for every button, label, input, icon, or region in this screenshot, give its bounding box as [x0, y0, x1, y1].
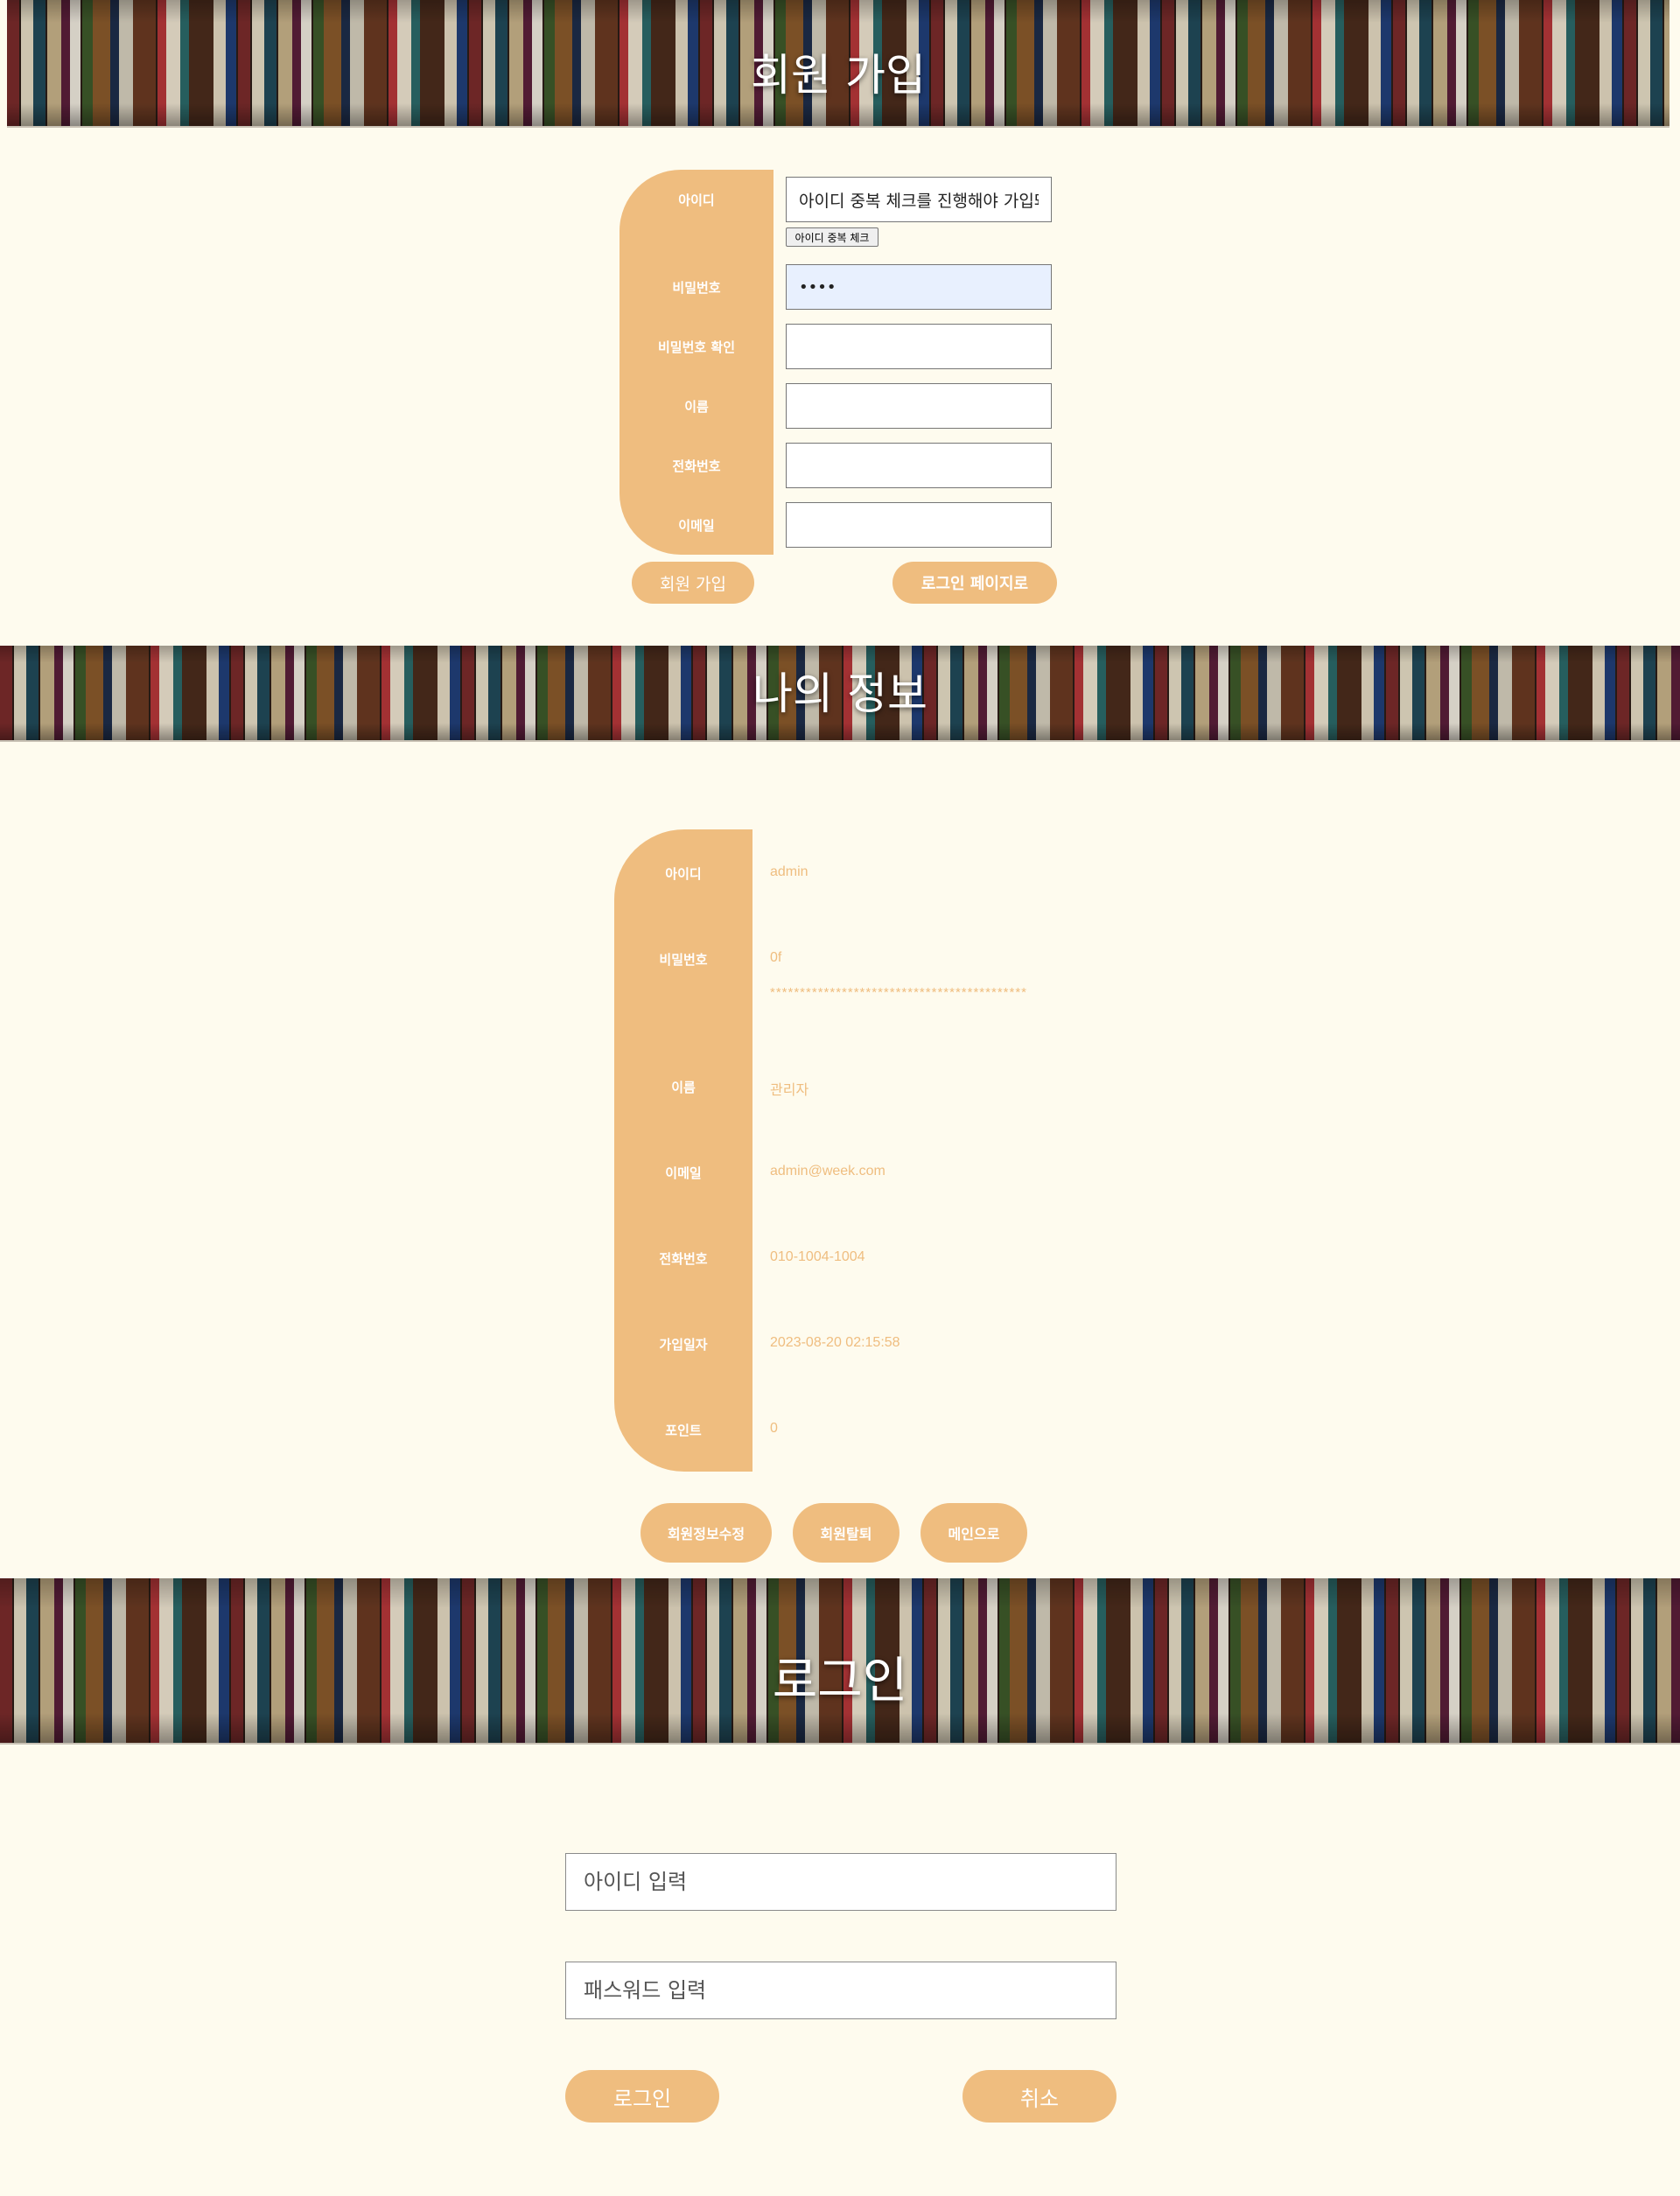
info-value-id: admin — [770, 864, 808, 879]
label-name: 이름 — [684, 399, 709, 415]
info-value-name: 관리자 — [770, 1083, 809, 1098]
signup-email-input[interactable] — [786, 502, 1052, 548]
id-duplicate-check-button[interactable]: 아이디 중복 체크 — [786, 227, 878, 247]
withdraw-button[interactable]: 회원탈퇴 — [793, 1503, 900, 1563]
info-label-joined: 가입일자 — [659, 1337, 708, 1353]
signup-name-input[interactable] — [786, 383, 1052, 429]
info-value-joined: 2023-08-20 02:15:58 — [770, 1335, 900, 1350]
signup-submit-button[interactable]: 회원 가입 — [632, 562, 754, 604]
go-to-login-page-button[interactable]: 로그인 페이지로 — [892, 562, 1057, 604]
info-value-password-hash: ****************************************… — [770, 985, 1028, 1000]
cancel-button[interactable]: 취소 — [962, 2070, 1116, 2123]
info-value-email: admin@week.com — [770, 1164, 886, 1178]
myinfo-label-column: 아이디 비밀번호 이름 이메일 전화번호 가입일자 포인트 — [614, 829, 752, 1472]
info-label-phone: 전화번호 — [659, 1251, 708, 1267]
myinfo-banner: 나의 정보 — [0, 646, 1680, 742]
signup-phone-input[interactable] — [786, 443, 1052, 488]
info-label-id: 아이디 — [665, 866, 702, 882]
signup-password-confirm-input[interactable] — [786, 324, 1052, 369]
info-label-name: 이름 — [671, 1080, 696, 1095]
label-password: 비밀번호 — [672, 280, 721, 296]
edit-info-button[interactable]: 회원정보수정 — [640, 1503, 772, 1563]
signup-title: 회원 가입 — [751, 50, 926, 101]
login-title: 로그인 — [772, 1653, 908, 1710]
myinfo-title: 나의 정보 — [752, 668, 928, 719]
signup-password-input[interactable] — [786, 264, 1052, 310]
signup-banner: 회원 가입 — [7, 0, 1670, 128]
login-password-input[interactable] — [565, 1962, 1116, 2019]
info-label-points: 포인트 — [665, 1423, 702, 1438]
info-label-email: 이메일 — [665, 1165, 702, 1181]
label-email: 이메일 — [678, 518, 715, 534]
info-value-phone: 010-1004-1004 — [770, 1249, 865, 1264]
login-button[interactable]: 로그인 — [565, 2070, 719, 2123]
signup-label-column: 아이디 비밀번호 비밀번호 확인 이름 전화번호 이메일 — [620, 170, 774, 555]
login-id-input[interactable] — [565, 1853, 1116, 1911]
info-value-points: 0 — [770, 1421, 778, 1436]
go-to-main-button[interactable]: 메인으로 — [920, 1503, 1027, 1563]
signup-id-input[interactable] — [786, 177, 1052, 222]
label-phone: 전화번호 — [672, 458, 721, 474]
info-value-password: 0f — [770, 950, 782, 965]
label-password-confirm: 비밀번호 확인 — [657, 339, 736, 355]
info-label-password: 비밀번호 — [659, 952, 708, 968]
login-banner: 로그인 — [0, 1578, 1680, 1745]
label-id: 아이디 — [678, 192, 715, 208]
